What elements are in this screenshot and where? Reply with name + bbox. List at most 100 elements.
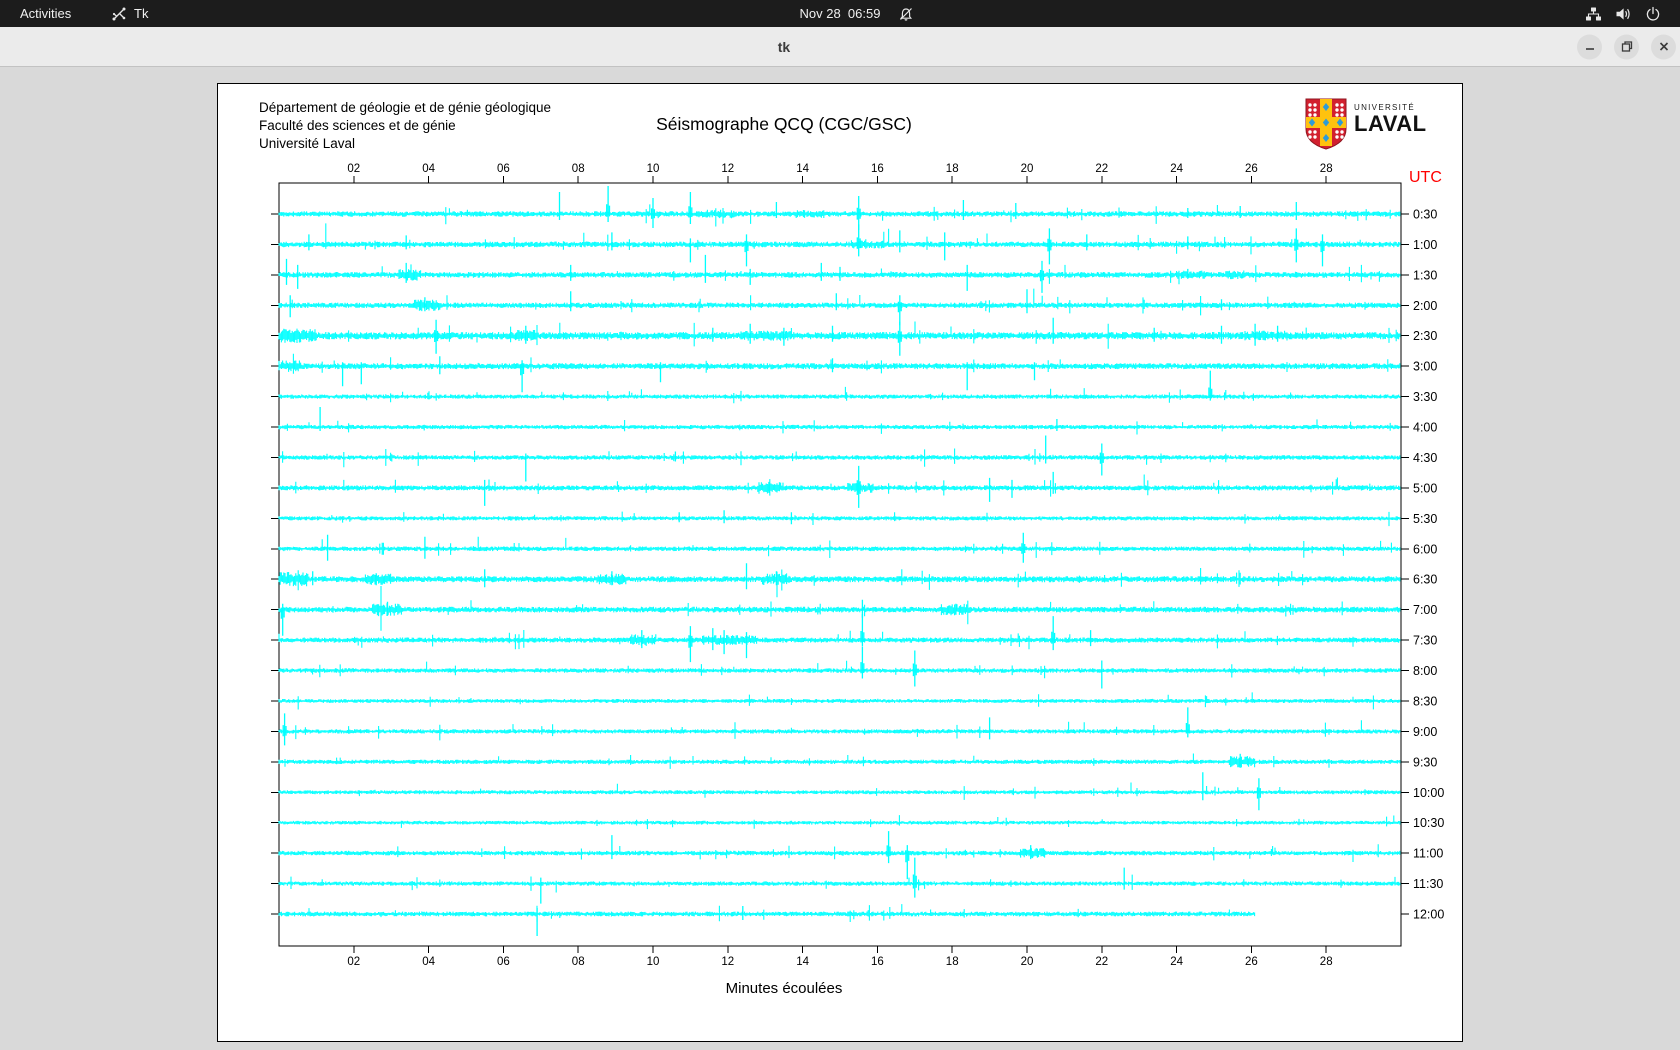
trace-row <box>278 692 1401 710</box>
trace-row <box>278 874 1401 893</box>
row-time-label: 6:30 <box>1413 573 1437 587</box>
minimize-button[interactable] <box>1577 34 1602 59</box>
x-tick-label-top: 18 <box>946 163 959 175</box>
trace-row <box>278 753 1401 769</box>
trace-events <box>341 356 1036 393</box>
x-tick-label-top: 16 <box>871 163 884 175</box>
x-tick-label-top: 14 <box>796 163 809 175</box>
x-tick-label-bottom: 28 <box>1320 956 1333 968</box>
trace-row <box>278 660 1401 679</box>
tk-app-icon <box>112 7 126 21</box>
tk-window-body: Département de géologie et de génie géol… <box>0 68 1680 1050</box>
x-tick-label-top: 28 <box>1320 163 1333 175</box>
x-tick-label-top: 10 <box>647 163 660 175</box>
x-tick-label-top: 24 <box>1170 163 1183 175</box>
x-axis-title: Minutes écoulées <box>725 980 843 997</box>
x-tick-label-bottom: 08 <box>572 956 585 968</box>
app-menu-button[interactable]: Tk <box>106 0 154 27</box>
trace-row <box>278 844 1401 862</box>
restore-icon <box>1621 41 1632 52</box>
volume-icon <box>1616 7 1630 20</box>
trace-row <box>278 782 1401 800</box>
x-tick-label-top: 22 <box>1095 163 1108 175</box>
trace-row <box>278 223 1401 255</box>
row-time-label: 11:30 <box>1413 877 1443 891</box>
trace-events <box>282 707 1190 746</box>
trace-row <box>278 321 1401 349</box>
trace-row <box>278 204 1401 227</box>
app-menu-label: Tk <box>134 6 149 21</box>
trace-events <box>558 186 1297 230</box>
window-titlebar: tk <box>0 27 1680 67</box>
x-tick-label-bottom: 10 <box>647 956 660 968</box>
trace-events <box>860 646 1103 689</box>
row-time-label: 8:30 <box>1413 694 1437 708</box>
x-tick-label-bottom: 04 <box>422 956 435 968</box>
row-time-label: 5:30 <box>1413 512 1437 526</box>
row-time-label: 4:30 <box>1413 451 1437 465</box>
row-time-label: 2:00 <box>1413 299 1437 313</box>
x-tick-label-bottom: 24 <box>1170 956 1183 968</box>
clock-label: Nov 28 06:59 <box>799 6 881 21</box>
seismograph-canvas: Département de géologie et de génie géol… <box>217 83 1463 1042</box>
trace-row <box>278 536 1401 558</box>
trace-events <box>611 831 1032 880</box>
system-status-menu[interactable] <box>1579 0 1667 27</box>
row-time-label: 9:30 <box>1413 755 1437 769</box>
row-time-label: 10:00 <box>1413 786 1444 800</box>
x-tick-label-bottom: 20 <box>1021 956 1034 968</box>
activities-button[interactable]: Activities <box>14 0 77 27</box>
x-tick-label-bottom: 06 <box>497 956 510 968</box>
wired-network-icon <box>1586 7 1601 20</box>
trace-row <box>278 448 1401 468</box>
row-time-label: 12:00 <box>1413 908 1444 922</box>
x-tick-label-top: 04 <box>422 163 435 175</box>
trace-row <box>278 386 1401 404</box>
trace-row <box>278 419 1401 435</box>
row-time-label: 7:30 <box>1413 634 1437 648</box>
x-tick-label-top: 20 <box>1021 163 1034 175</box>
trace-row <box>278 904 1256 922</box>
x-tick-label-top: 06 <box>497 163 510 175</box>
row-time-label: 4:00 <box>1413 421 1437 435</box>
trace-row <box>278 353 1401 374</box>
row-time-label: 11:00 <box>1413 847 1443 861</box>
x-tick-label-bottom: 02 <box>347 956 360 968</box>
row-time-label: 9:00 <box>1413 725 1437 739</box>
window-controls <box>1577 34 1676 59</box>
trace-row <box>278 815 1401 830</box>
trace-events <box>280 599 957 636</box>
close-button[interactable] <box>1651 34 1676 59</box>
trace-events <box>540 857 1125 904</box>
row-time-label: 3:00 <box>1413 360 1437 374</box>
trace-row <box>278 474 1401 497</box>
x-tick-label-bottom: 16 <box>871 956 884 968</box>
row-time-label: 1:00 <box>1413 238 1437 252</box>
row-time-label: 5:00 <box>1413 481 1437 495</box>
x-tick-label-bottom: 14 <box>796 956 809 968</box>
seismogram-plot: 02 02 04 04 06 06 08 08 10 10 12 12 14 14 16 16 18 18 20 20… <box>271 163 1444 968</box>
row-time-label: 2:30 <box>1413 329 1437 343</box>
row-time-label: 8:00 <box>1413 664 1437 678</box>
row-time-label: 6:00 <box>1413 542 1437 556</box>
trace-row <box>278 720 1401 741</box>
trace-events <box>536 906 744 936</box>
maximize-button[interactable] <box>1614 34 1639 59</box>
row-time-label: 10:30 <box>1413 816 1444 830</box>
x-tick-label-bottom: 18 <box>946 956 959 968</box>
x-tick-label-top: 08 <box>572 163 585 175</box>
bell-slash-icon <box>898 0 914 27</box>
close-icon <box>1659 42 1668 51</box>
clock-menu-button[interactable]: Nov 28 06:59 <box>794 0 887 27</box>
trace-row <box>278 288 1401 316</box>
minimize-icon <box>1585 48 1594 50</box>
desktop: Activities Tk Nov 28 06:59 tk Départemen… <box>0 0 1680 1050</box>
x-tick-label-bottom: 22 <box>1095 956 1108 968</box>
window-title: tk <box>777 38 791 55</box>
power-icon <box>1646 6 1660 20</box>
x-tick-label-top: 02 <box>347 163 360 175</box>
x-tick-label-bottom: 26 <box>1245 956 1258 968</box>
trace-row <box>278 511 1401 527</box>
gnome-top-bar: Activities Tk Nov 28 06:59 <box>0 0 1680 27</box>
row-time-label: 1:30 <box>1413 268 1437 282</box>
